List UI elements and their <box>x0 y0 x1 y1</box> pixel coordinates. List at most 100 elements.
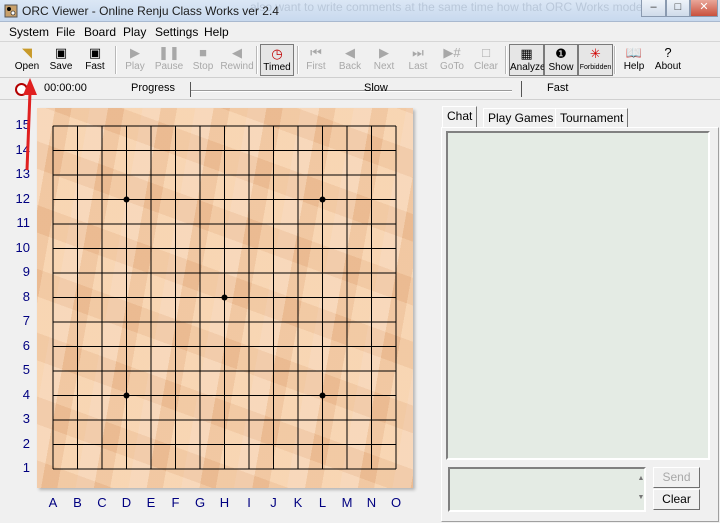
column-label: M <box>341 495 353 510</box>
speed-slider-thumb[interactable] <box>521 81 522 97</box>
menu-settings[interactable]: Settings <box>155 25 198 39</box>
column-label: O <box>390 495 402 510</box>
progress-slider-track[interactable] <box>190 90 512 92</box>
menu-help[interactable]: Help <box>204 25 229 39</box>
stop-button[interactable]: ■ Stop <box>186 44 220 76</box>
menu-bar: System File Board Play Settings Help <box>0 22 720 42</box>
tab-chat[interactable]: Chat <box>442 106 478 127</box>
question-mark-icon: ? <box>664 45 672 60</box>
skip-last-icon: ⏭ <box>412 45 424 60</box>
goto-icon: ▶# <box>443 45 461 60</box>
back-icon: ◀ <box>345 45 355 60</box>
play-button[interactable]: ▶ Play <box>118 44 152 76</box>
star-point <box>221 294 228 301</box>
column-label: C <box>97 495 107 510</box>
star-point <box>123 392 130 399</box>
star-point <box>319 196 326 203</box>
forbidden-star-icon: ✳ <box>590 46 601 61</box>
forbidden-button[interactable]: ✳ Forbidden <box>578 44 613 76</box>
row-label: 2 <box>22 435 30 451</box>
clear-chat-button[interactable]: Clear <box>653 489 700 510</box>
chat-log[interactable] <box>446 131 710 460</box>
menu-system[interactable]: System <box>9 25 49 39</box>
menu-play[interactable]: Play <box>123 25 146 39</box>
book-icon: 📖 <box>625 45 643 60</box>
floppy-disk-icon: ▣ <box>54 45 68 60</box>
fast-button[interactable]: ▣ Fast <box>78 44 112 76</box>
chat-input-scrollbar[interactable]: ▲ ▼ <box>636 469 646 510</box>
scroll-up-icon[interactable]: ▲ <box>636 469 646 488</box>
row-label: 12 <box>15 190 30 206</box>
blank-page-icon: □ <box>482 45 490 60</box>
close-button[interactable]: ✕ <box>690 0 718 17</box>
minimize-button[interactable]: – <box>641 0 666 17</box>
next-button[interactable]: ▶ Next <box>367 44 401 76</box>
about-button[interactable]: ? About <box>651 44 685 76</box>
column-label: N <box>366 495 377 510</box>
numbered-stone-icon: ❶ <box>555 46 567 61</box>
help-button[interactable]: 📖 Help <box>617 44 651 76</box>
board-grid[interactable] <box>37 108 413 488</box>
row-label: 13 <box>15 166 30 181</box>
clock-icon: ◷ <box>271 46 283 61</box>
open-button[interactable]: ◥ Open <box>10 44 44 76</box>
row-label: 5 <box>22 362 30 377</box>
chat-input[interactable] <box>448 467 646 512</box>
clear-board-button[interactable]: □ Clear <box>469 44 503 76</box>
row-label: 3 <box>22 411 30 426</box>
row-label: 14 <box>15 141 30 157</box>
analyze-button[interactable]: ▦ Analyze <box>509 44 546 76</box>
menu-file[interactable]: File <box>56 25 75 39</box>
last-button[interactable]: ⏭ Last <box>401 44 435 76</box>
progress-slider-thumb[interactable] <box>190 82 191 97</box>
goto-button[interactable]: ▶# GoTo <box>435 44 469 76</box>
row-label: 7 <box>22 313 30 328</box>
maximize-button[interactable]: □ <box>666 0 690 17</box>
grid-cursor-icon: ▦ <box>520 46 533 61</box>
show-button[interactable]: ❶ Show <box>544 44 578 76</box>
star-point <box>319 392 326 399</box>
tab-play-games[interactable]: Play Games <box>483 108 559 127</box>
timer-display: 00:00:00 <box>44 82 87 94</box>
pause-icon: ❚❚ <box>158 45 180 60</box>
timer-icon <box>15 83 28 96</box>
column-label: F <box>171 495 180 510</box>
progress-label: Progress <box>131 82 176 94</box>
timed-button[interactable]: ◷ Timed <box>260 44 294 76</box>
fast-label: Fast <box>547 82 569 94</box>
scroll-down-icon[interactable]: ▼ <box>636 488 646 507</box>
column-label: H <box>219 495 230 510</box>
tab-tournament[interactable]: Tournament <box>555 108 629 127</box>
toolbar-separator <box>256 46 258 74</box>
menu-board[interactable]: Board <box>84 25 116 39</box>
row-label: 6 <box>22 337 30 353</box>
column-label: K <box>293 495 303 510</box>
renju-board[interactable] <box>37 108 413 488</box>
play-icon: ▶ <box>130 45 140 60</box>
row-label: 9 <box>22 264 30 279</box>
rewind-icon: ◀ <box>232 45 242 60</box>
fast-save-icon: ▣ <box>88 45 102 60</box>
toolbar-separator <box>505 46 507 74</box>
save-button[interactable]: ▣ Save <box>44 44 78 76</box>
column-label: L <box>318 495 327 510</box>
send-button[interactable]: Send <box>653 467 700 488</box>
first-button[interactable]: ⏮ First <box>299 44 333 76</box>
orc-viewer-window: also want to write comments at the same … <box>0 0 720 523</box>
back-button[interactable]: ◀ Back <box>333 44 367 76</box>
app-icon <box>4 4 18 18</box>
column-label: B <box>73 495 82 510</box>
row-label: 15 <box>15 117 30 132</box>
stop-icon: ■ <box>199 45 207 60</box>
window-title: ORC Viewer - Online Renju Class Works ve… <box>22 4 279 18</box>
row-label: 11 <box>16 215 31 230</box>
folder-open-icon: ◥ <box>22 45 32 60</box>
toolbar-separator <box>115 46 117 74</box>
title-bar: also want to write comments at the same … <box>0 0 720 22</box>
rewind-button[interactable]: ◀ Rewind <box>220 44 254 76</box>
row-label: 8 <box>22 288 30 304</box>
progress-bar-row <box>0 78 720 100</box>
column-label: E <box>146 495 156 510</box>
star-point <box>123 196 130 203</box>
pause-button[interactable]: ❚❚ Pause <box>152 44 186 76</box>
